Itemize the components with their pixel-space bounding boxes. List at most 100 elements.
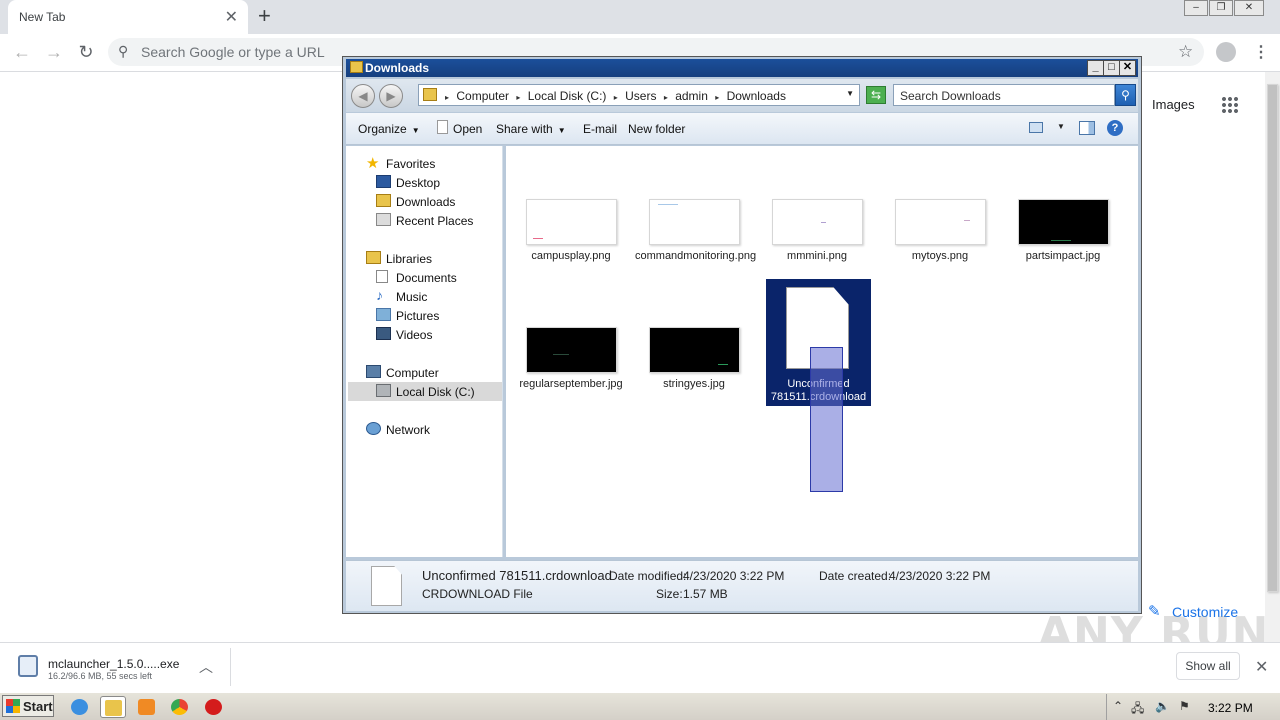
- preview-pane-icon[interactable]: [1079, 121, 1095, 135]
- network-icon: [366, 422, 381, 435]
- dropdown-arrow-icon: ▼: [557, 126, 566, 135]
- tab-close-icon[interactable]: ✕: [225, 7, 238, 27]
- explorer-back-icon[interactable]: ◀: [351, 84, 375, 108]
- breadcrumb-local-disk[interactable]: Local Disk (C:): [528, 89, 607, 103]
- close-button[interactable]: ✕: [1234, 0, 1264, 16]
- system-tray: ⌃ 🖧 🔈 ⚑: [1106, 694, 1280, 720]
- star-icon: ★: [366, 155, 380, 172]
- nav-favorites-label: Favorites: [386, 157, 436, 171]
- reload-icon[interactable]: ↻: [74, 41, 98, 65]
- tab-new-tab[interactable]: New Tab ✕: [8, 0, 248, 34]
- bookmark-star-icon[interactable]: ☆: [1178, 42, 1193, 62]
- download-file-name[interactable]: mclauncher_1.5.0.....exe: [48, 657, 179, 671]
- explorer-title: Downloads: [365, 61, 430, 75]
- breadcrumb-downloads[interactable]: Downloads: [727, 89, 786, 103]
- file-name: campusplay.png: [531, 250, 611, 262]
- image-thumbnail: [649, 199, 740, 245]
- exe-file-icon: [18, 655, 38, 677]
- search-downloads-input[interactable]: Search Downloads: [893, 84, 1115, 106]
- local-disk-icon: [376, 384, 391, 397]
- start-label: Start: [23, 699, 53, 714]
- date-modified-label: Date modified:: [609, 569, 687, 583]
- explorer-maximize-button[interactable]: □: [1103, 60, 1120, 76]
- breadcrumb-separator-icon[interactable]: ▸: [715, 93, 719, 102]
- libraries-icon: [366, 251, 381, 264]
- view-dropdown-icon[interactable]: ▼: [1057, 122, 1065, 131]
- file-name: mmmini.png: [787, 250, 847, 262]
- start-button[interactable]: Start: [2, 695, 54, 717]
- file-name: stringyes.jpg: [663, 378, 725, 390]
- breadcrumb-users[interactable]: Users: [625, 89, 656, 103]
- nav-music-label: Music: [396, 290, 428, 304]
- windows-flag-icon: [6, 699, 20, 713]
- details-file-name: Unconfirmed 781511.crdownload: [422, 568, 612, 583]
- address-dropdown-icon[interactable]: ▼: [846, 89, 854, 98]
- explorer-close-button[interactable]: ✕: [1119, 60, 1136, 76]
- details-file-type: CRDOWNLOAD File: [422, 587, 533, 601]
- explorer-titlebar[interactable]: Downloads: [346, 59, 1138, 77]
- nav-network-label: Network: [386, 423, 431, 437]
- new-folder-button[interactable]: New folder: [628, 122, 685, 136]
- email-button[interactable]: E-mail: [583, 122, 617, 136]
- explorer-forward-icon[interactable]: ▶: [379, 84, 403, 108]
- date-created-label: Date created:: [819, 569, 892, 583]
- volume-tray-icon[interactable]: 🔈: [1155, 699, 1170, 713]
- nav-computer-label: Computer: [386, 366, 439, 380]
- help-icon[interactable]: ?: [1107, 120, 1123, 136]
- refresh-icon[interactable]: ⇆: [866, 86, 886, 104]
- breadcrumb-separator-icon[interactable]: ▸: [614, 93, 618, 102]
- file-type-icon: [371, 566, 402, 606]
- file-name: partsimpact.jpg: [1025, 250, 1101, 262]
- nav-libraries-label: Libraries: [386, 252, 433, 266]
- close-shelf-icon[interactable]: ✕: [1255, 657, 1268, 677]
- chrome-taskbar-icon[interactable]: [167, 696, 193, 718]
- apps-grid-icon[interactable]: [1221, 96, 1239, 114]
- breadcrumb-admin[interactable]: admin: [675, 89, 708, 103]
- media-player-icon[interactable]: [134, 696, 160, 718]
- search-icon[interactable]: ⚲: [1115, 84, 1136, 106]
- breadcrumb-separator-icon[interactable]: ▸: [516, 93, 520, 102]
- explorer-taskbar-icon[interactable]: [100, 696, 126, 718]
- organize-button[interactable]: Organize ▼: [358, 122, 420, 136]
- share-with-button[interactable]: Share with ▼: [496, 122, 566, 136]
- minimize-button[interactable]: –: [1184, 0, 1208, 16]
- menu-kebab-icon[interactable]: ⋮: [1253, 42, 1269, 62]
- flag-tray-icon[interactable]: ⚑: [1179, 699, 1190, 713]
- image-thumbnail: [526, 199, 617, 245]
- profile-avatar-icon[interactable]: [1216, 42, 1236, 62]
- page-scrollbar[interactable]: [1265, 72, 1280, 642]
- tray-expand-icon[interactable]: ⌃: [1113, 699, 1123, 713]
- stop-sign-icon[interactable]: [201, 696, 227, 718]
- address-bar[interactable]: ▸ Computer ▸ Local Disk (C:) ▸ Users ▸ a…: [418, 84, 860, 106]
- ntp-images-link[interactable]: Images: [1152, 97, 1195, 112]
- back-icon[interactable]: ←: [10, 41, 34, 65]
- new-tab-button[interactable]: +: [258, 3, 271, 29]
- share-with-label: Share with: [496, 122, 553, 136]
- nav-desktop-label: Desktop: [396, 176, 441, 190]
- date-modified-value: 4/23/2020 3:22 PM: [683, 569, 785, 583]
- folder-icon: [350, 61, 363, 73]
- recent-places-icon: [376, 213, 391, 226]
- omnibox-placeholder: Search Google or type a URL: [141, 44, 325, 60]
- desktop-icon: [376, 175, 391, 188]
- restore-button[interactable]: ❐: [1209, 0, 1233, 16]
- breadcrumb-computer[interactable]: Computer: [456, 89, 509, 103]
- open-button[interactable]: Open: [453, 122, 482, 136]
- network-tray-icon[interactable]: 🖧: [1131, 699, 1144, 720]
- explorer-minimize-button[interactable]: _: [1087, 60, 1104, 76]
- show-all-button[interactable]: Show all: [1176, 652, 1240, 680]
- scrollbar-thumb[interactable]: [1267, 84, 1278, 592]
- divider: [230, 648, 231, 686]
- forward-icon[interactable]: →: [42, 41, 66, 65]
- breadcrumb-separator-icon[interactable]: ▸: [445, 93, 449, 102]
- computer-icon: [366, 365, 381, 378]
- ie-icon[interactable]: [67, 696, 93, 718]
- chevron-up-icon[interactable]: ︿: [199, 657, 213, 677]
- documents-icon: [376, 270, 388, 283]
- nav-documents-label: Documents: [396, 271, 457, 285]
- taskbar-clock[interactable]: 3:22 PM: [1208, 701, 1253, 715]
- folder-icon: [423, 88, 437, 101]
- breadcrumb-separator-icon[interactable]: ▸: [664, 93, 668, 102]
- change-view-icon[interactable]: [1029, 122, 1043, 133]
- image-thumbnail: [1018, 199, 1109, 245]
